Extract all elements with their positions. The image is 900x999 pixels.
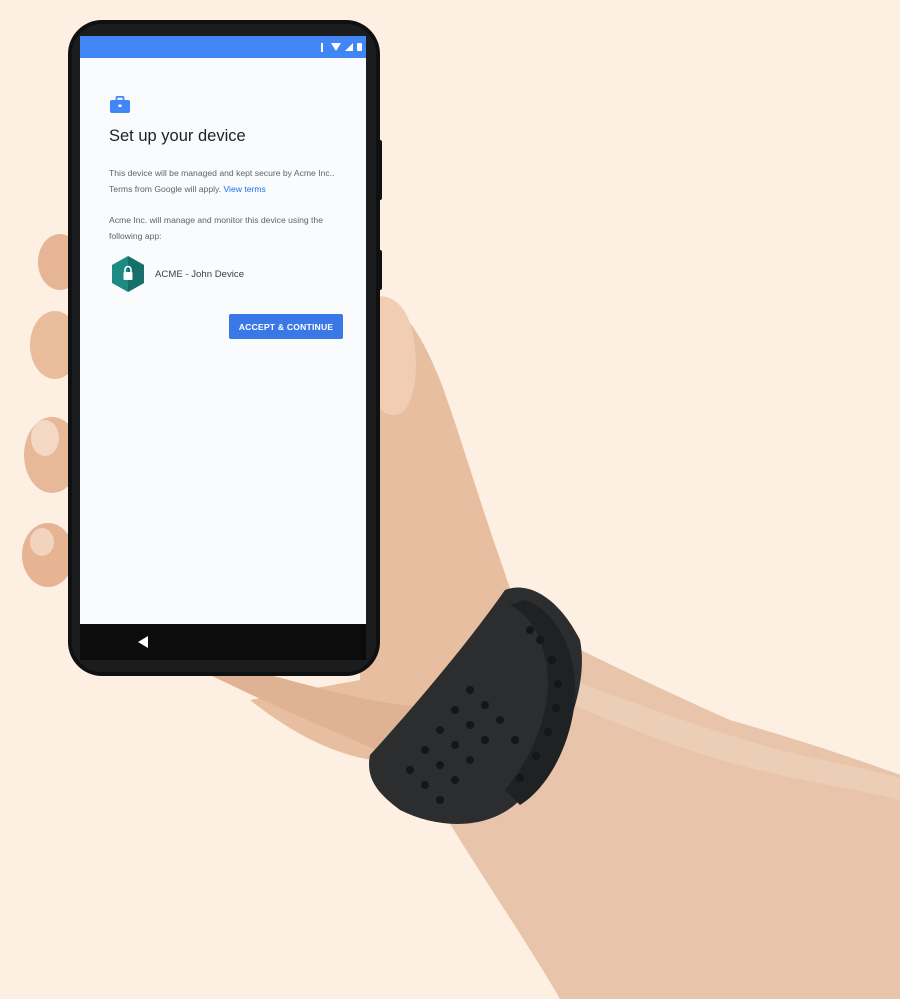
accept-continue-button[interactable]: ACCEPT & CONTINUE [229,314,343,339]
bluetooth-icon [321,42,327,52]
app-name: ACME - John Device [155,268,245,280]
battery-icon [357,43,362,51]
app-row: ACME - John Device [110,254,244,294]
wifi-icon [331,43,341,51]
monitor-notice: Acme Inc. will manage and monitor this d… [109,215,323,241]
managed-notice-text: This device will be managed and kept sec… [109,168,335,194]
briefcase-icon [110,96,130,113]
status-icons [321,42,362,52]
status-bar [80,36,366,58]
signal-icon [345,43,353,51]
view-terms-link[interactable]: View terms [223,184,265,194]
navigation-bar [80,624,366,660]
back-icon[interactable] [138,636,148,648]
managed-notice: This device will be managed and kept sec… [109,165,354,197]
phone-screen: Set up your device This device will be m… [80,36,366,624]
acme-app-icon [112,256,144,292]
page-title: Set up your device [109,127,246,145]
